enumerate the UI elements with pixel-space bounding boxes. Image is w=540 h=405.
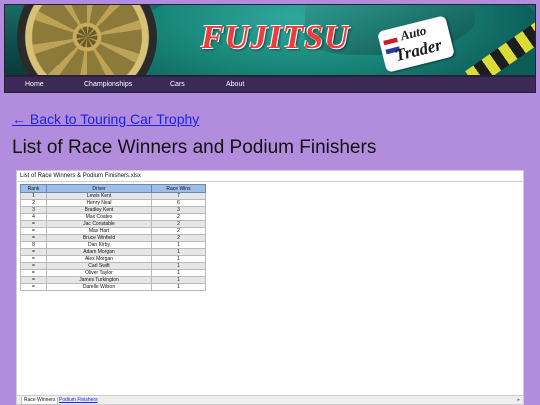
- cell-rank[interactable]: =: [20, 262, 47, 270]
- table-body: 1 Lewis Kent 7 2 Henry Neal 6 3 Bradley Kent 3 4 M…: [20, 192, 206, 291]
- cell-driver[interactable]: Bruce Winfield: [46, 234, 152, 242]
- cell-driver[interactable]: James Turkington: [46, 276, 152, 284]
- table-row: 4 Max Coates 2: [20, 213, 206, 221]
- cell-race-wins[interactable]: 1: [151, 276, 206, 284]
- sheet-tab-bar: Race Winners Podium Finishers ▸: [17, 395, 523, 405]
- cell-driver[interactable]: Bradley Kent: [46, 206, 152, 214]
- table-row: = Alex Morgan 1: [20, 255, 206, 263]
- sheet-tab-podium-finishers[interactable]: Podium Finishers: [57, 397, 100, 404]
- cell-driver[interactable]: Oliver Taylor: [46, 269, 152, 277]
- cell-race-wins[interactable]: 7: [151, 192, 206, 200]
- table-header-row: Rank Driver Race Wins: [20, 184, 206, 193]
- cell-rank[interactable]: 3: [20, 206, 47, 214]
- cell-driver[interactable]: Henry Neal: [46, 199, 152, 207]
- cell-rank[interactable]: 8: [20, 241, 47, 249]
- table-row: = James Turkington 1: [20, 276, 206, 284]
- cell-rank[interactable]: 1: [20, 192, 47, 200]
- sheet-tab-race-winners[interactable]: Race Winners: [21, 397, 59, 405]
- nav-item-championships[interactable]: Championships: [84, 81, 132, 88]
- cell-rank[interactable]: 2: [20, 199, 47, 207]
- column-header-rank: Rank: [20, 184, 47, 193]
- cell-rank[interactable]: =: [20, 269, 47, 277]
- table-row: = Oliver Taylor 1: [20, 269, 206, 277]
- spreadsheet-viewer[interactable]: List of Race Winners & Podium Finishers.…: [16, 170, 524, 405]
- cell-race-wins[interactable]: 2: [151, 227, 206, 235]
- spreadsheet-file-title: List of Race Winners & Podium Finishers.…: [17, 171, 523, 182]
- race-winners-table: Rank Driver Race Wins 1 Lewis Kent 7 2 Henry…: [20, 184, 206, 291]
- page-title: List of Race Winners and Podium Finisher…: [12, 137, 377, 158]
- table-row: = Adam Morgan 1: [20, 248, 206, 256]
- cell-driver[interactable]: Adam Morgan: [46, 248, 152, 256]
- cell-race-wins[interactable]: 1: [151, 248, 206, 256]
- cell-driver[interactable]: Dan Kirby: [46, 241, 152, 249]
- nav-item-home[interactable]: Home: [25, 81, 44, 88]
- cell-rank[interactable]: =: [20, 220, 47, 228]
- cell-driver[interactable]: Carl Swift: [46, 262, 152, 270]
- cell-race-wins[interactable]: 3: [151, 206, 206, 214]
- cell-driver[interactable]: Lewis Kent: [46, 192, 152, 200]
- cell-rank[interactable]: =: [20, 276, 47, 284]
- table-row: = Max Hart 2: [20, 227, 206, 235]
- table-row: = Carl Swift 1: [20, 262, 206, 270]
- cell-race-wins[interactable]: 2: [151, 234, 206, 242]
- cell-rank[interactable]: =: [20, 255, 47, 263]
- cell-race-wins[interactable]: 6: [151, 199, 206, 207]
- nav-item-about[interactable]: About: [226, 81, 244, 88]
- cell-driver[interactable]: Max Hart: [46, 227, 152, 235]
- cell-rank[interactable]: 4: [20, 213, 47, 221]
- cell-race-wins[interactable]: 1: [151, 255, 206, 263]
- cell-driver[interactable]: Jac Constable: [46, 220, 152, 228]
- sponsor-logo-fujitsu: FUJITSU: [201, 19, 350, 56]
- cell-race-wins[interactable]: 1: [151, 241, 206, 249]
- table-row: = Jac Constable 2: [20, 220, 206, 228]
- cell-rank[interactable]: =: [20, 283, 47, 291]
- cell-rank[interactable]: =: [20, 227, 47, 235]
- table-row: = Darelle Wilson 1: [20, 283, 206, 291]
- car-wheel-graphic: [17, 5, 157, 75]
- table-row: 3 Bradley Kent 3: [20, 206, 206, 214]
- table-row: 1 Lewis Kent 7: [20, 192, 206, 200]
- table-row: = Bruce Winfield 2: [20, 234, 206, 242]
- cell-race-wins[interactable]: 1: [151, 262, 206, 270]
- table-row: 2 Henry Neal 6: [20, 199, 206, 207]
- main-navigation: Home Championships Cars About: [4, 76, 536, 93]
- cell-driver[interactable]: Darelle Wilson: [46, 283, 152, 291]
- table-row: 8 Dan Kirby 1: [20, 241, 206, 249]
- cell-driver[interactable]: Max Coates: [46, 213, 152, 221]
- column-header-race-wins: Race Wins: [151, 184, 206, 193]
- cell-rank[interactable]: =: [20, 234, 47, 242]
- column-header-driver: Driver: [46, 184, 152, 193]
- back-to-touring-car-trophy-link[interactable]: ← Back to Touring Car Trophy: [12, 111, 199, 127]
- scroll-right-icon[interactable]: ▸: [517, 397, 520, 403]
- nav-item-cars[interactable]: Cars: [170, 81, 185, 88]
- cell-race-wins[interactable]: 1: [151, 283, 206, 291]
- cell-race-wins[interactable]: 2: [151, 220, 206, 228]
- header-banner-image: FUJITSU Auto Trader: [4, 4, 536, 76]
- cell-race-wins[interactable]: 2: [151, 213, 206, 221]
- cell-rank[interactable]: =: [20, 248, 47, 256]
- cell-race-wins[interactable]: 1: [151, 269, 206, 277]
- cell-driver[interactable]: Alex Morgan: [46, 255, 152, 263]
